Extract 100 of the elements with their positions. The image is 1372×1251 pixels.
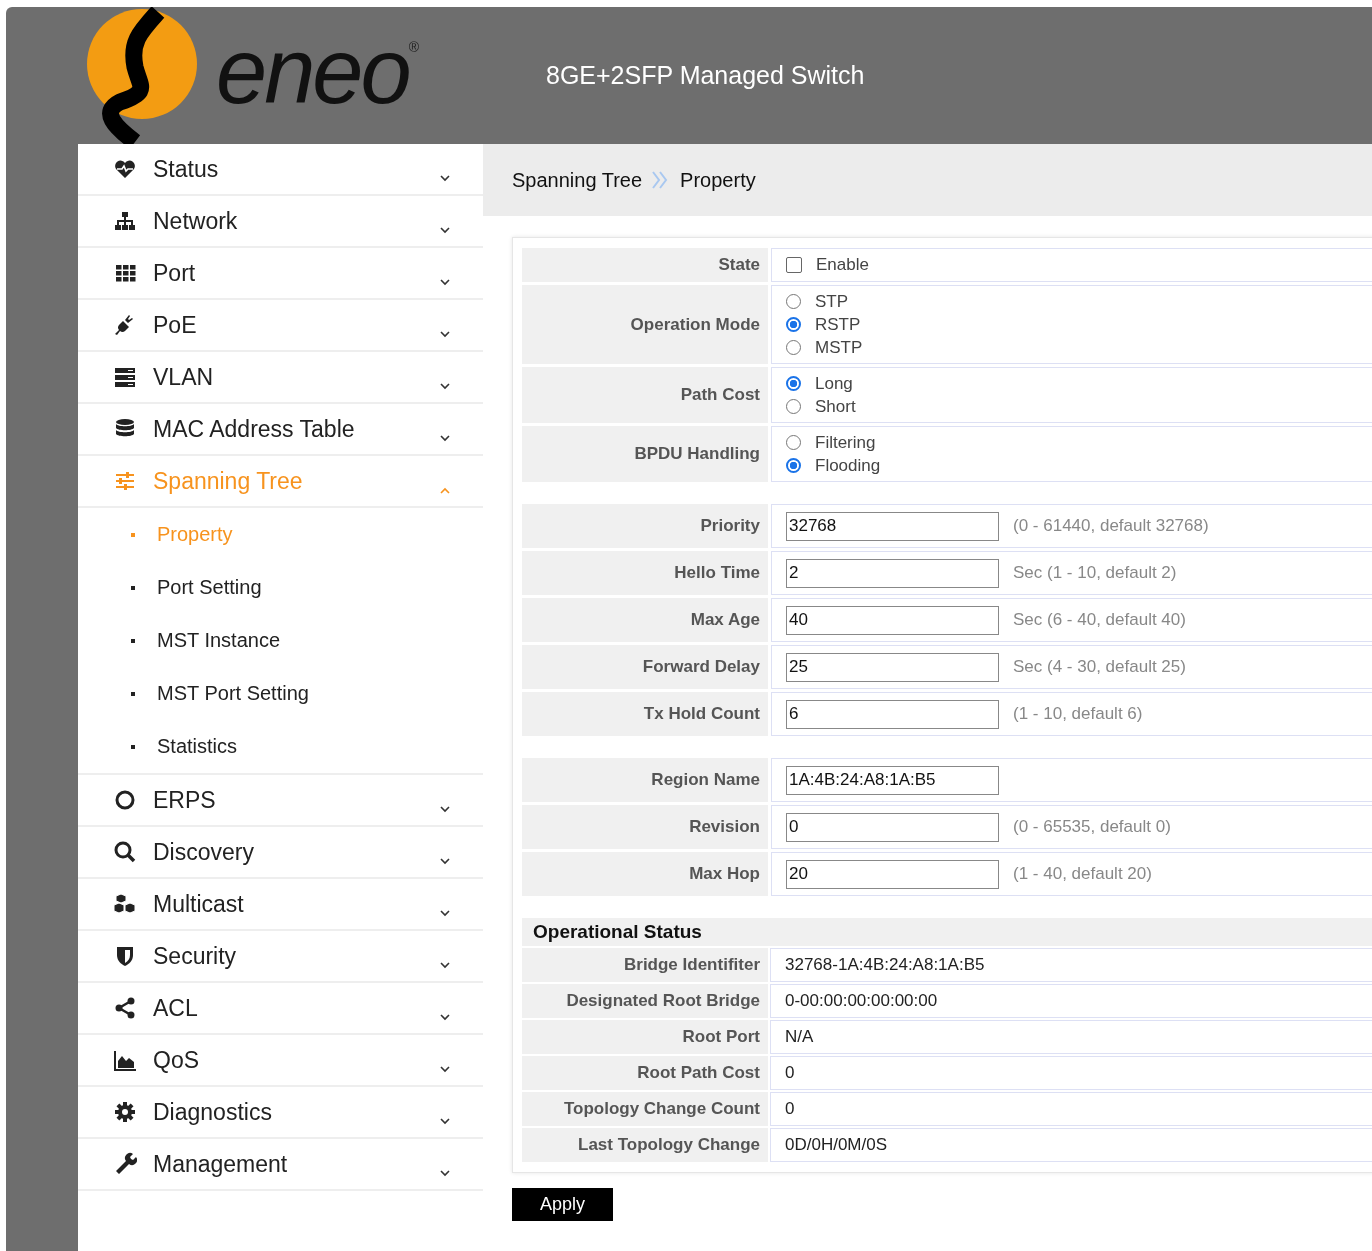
breadcrumb-item[interactable]: Spanning Tree: [512, 168, 643, 192]
section-title: Operational Status: [522, 918, 1372, 946]
caret-icon: [439, 1117, 451, 1125]
caret-icon: [439, 382, 451, 390]
input-field[interactable]: 0: [786, 812, 999, 842]
field-label: Priority: [522, 504, 768, 548]
field-label: Topology Change Count: [522, 1092, 768, 1126]
sidebar-item[interactable]: PoE: [78, 300, 483, 352]
input-field[interactable]: 2: [786, 558, 999, 588]
caret-icon: [439, 909, 451, 917]
caret-icon: [439, 1013, 451, 1021]
sidebar-item[interactable]: QoS: [78, 1035, 483, 1087]
sidebar-item[interactable]: Status: [78, 144, 483, 196]
option-label: Filtering: [815, 432, 876, 453]
sidebar-item[interactable]: Multicast: [78, 879, 483, 931]
radio-button[interactable]: [786, 376, 801, 391]
radio-button[interactable]: [786, 399, 801, 414]
status-value: 0: [785, 1063, 796, 1083]
caret-icon: [439, 857, 451, 865]
area-chart-icon: [113, 1048, 137, 1072]
field-label: Hello Time: [522, 551, 768, 595]
status-value: 0-00:00:00:00:00:00: [785, 991, 939, 1011]
hint-text: (0 - 65535, default 0): [1013, 817, 1171, 837]
sidebar-item[interactable]: Security: [78, 931, 483, 983]
sidebar-item[interactable]: Discovery: [78, 827, 483, 879]
radio-button[interactable]: [786, 317, 801, 332]
caret-icon: [439, 226, 451, 234]
sidebar-item[interactable]: Network: [78, 196, 483, 248]
device-title: 8GE+2SFP Managed Switch: [546, 61, 865, 90]
sidebar-item[interactable]: Management: [78, 1139, 483, 1191]
apply-button[interactable]: Apply: [512, 1188, 613, 1221]
sidebar-item[interactable]: Diagnostics: [78, 1087, 483, 1139]
field-label: Root Port: [522, 1020, 768, 1054]
sidebar-item[interactable]: Port: [78, 248, 483, 300]
network-icon: [113, 209, 137, 233]
option-label: MSTP: [815, 337, 863, 358]
caret-icon: [439, 278, 451, 286]
field-label: Max Age: [522, 598, 768, 642]
sliders-icon: [113, 469, 137, 493]
search-icon: [113, 840, 137, 864]
sidebar-item[interactable]: ERPS: [78, 775, 483, 827]
caret-icon: [439, 434, 451, 442]
hint-text: (1 - 10, default 6): [1013, 704, 1143, 724]
field-label: Revision: [522, 805, 768, 849]
submenu-item[interactable]: Port Setting: [78, 561, 483, 614]
registered-mark: ®: [408, 39, 419, 55]
status-value: 0D/0H/0M/0S: [785, 1135, 889, 1155]
submenu-item[interactable]: MST Port Setting: [78, 667, 483, 720]
share-icon: [113, 996, 137, 1020]
field-label: Root Path Cost: [522, 1056, 768, 1090]
radio-button[interactable]: [786, 294, 801, 309]
field-label: Forward Delay: [522, 645, 768, 689]
sidebar-item[interactable]: MAC Address Table: [78, 404, 483, 456]
field-label: Tx Hold Count: [522, 692, 768, 736]
hint-text: Sec (6 - 40, default 40): [1013, 610, 1186, 630]
hint-text: (1 - 40, default 20): [1013, 864, 1152, 884]
caret-icon: [439, 486, 451, 494]
input-field[interactable]: 25: [786, 652, 999, 682]
field-label: Operation Mode: [522, 285, 768, 364]
hint-text: Sec (1 - 10, default 2): [1013, 563, 1177, 583]
input-field[interactable]: 6: [786, 699, 999, 729]
field-label: Last Topology Change: [522, 1128, 768, 1162]
caret-icon: [439, 805, 451, 813]
logo-text: eneo: [216, 24, 409, 117]
input-field[interactable]: 20: [786, 859, 999, 889]
status-value: 32768-1A:4B:24:A8:1A:B5: [785, 955, 986, 975]
hint-text: Sec (4 - 30, default 25): [1013, 657, 1186, 677]
caret-icon: [439, 330, 451, 338]
field-label: Designated Root Bridge: [522, 984, 768, 1018]
option-label: RSTP: [815, 314, 861, 335]
option-label: Flooding: [815, 455, 881, 476]
field-label: Bridge Identifiter: [522, 948, 768, 982]
status-value: 0: [785, 1099, 796, 1119]
input-field[interactable]: 40: [786, 605, 999, 635]
submenu-item[interactable]: Statistics: [78, 720, 483, 773]
breadcrumb-item: Property: [680, 168, 756, 192]
sidebar-item[interactable]: ACL: [78, 983, 483, 1035]
hint-text: (0 - 61440, default 32768): [1013, 516, 1209, 536]
field-label: Region Name: [522, 758, 768, 802]
sidebar-item[interactable]: VLAN: [78, 352, 483, 404]
field-label: State: [522, 248, 768, 282]
caret-icon: [439, 1169, 451, 1177]
checkbox[interactable]: [786, 257, 802, 273]
radio-button[interactable]: [786, 340, 801, 355]
field-label: BPDU Handling: [522, 426, 768, 482]
input-field[interactable]: 1A:4B:24:A8:1A:B5: [786, 765, 999, 795]
option-label: STP: [815, 291, 849, 312]
radio-button[interactable]: [786, 435, 801, 450]
field-label: Path Cost: [522, 367, 768, 423]
caret-icon: [439, 1065, 451, 1073]
option-label: Enable: [816, 255, 869, 275]
field-label: Max Hop: [522, 852, 768, 896]
gear-icon: [113, 1100, 137, 1124]
submenu-item[interactable]: MST Instance: [78, 614, 483, 667]
input-field[interactable]: 32768: [786, 511, 999, 541]
server-icon: [113, 365, 137, 389]
option-label: Long: [815, 373, 853, 394]
caret-icon: [439, 961, 451, 969]
ring-icon: [113, 788, 137, 812]
radio-button[interactable]: [786, 458, 801, 473]
